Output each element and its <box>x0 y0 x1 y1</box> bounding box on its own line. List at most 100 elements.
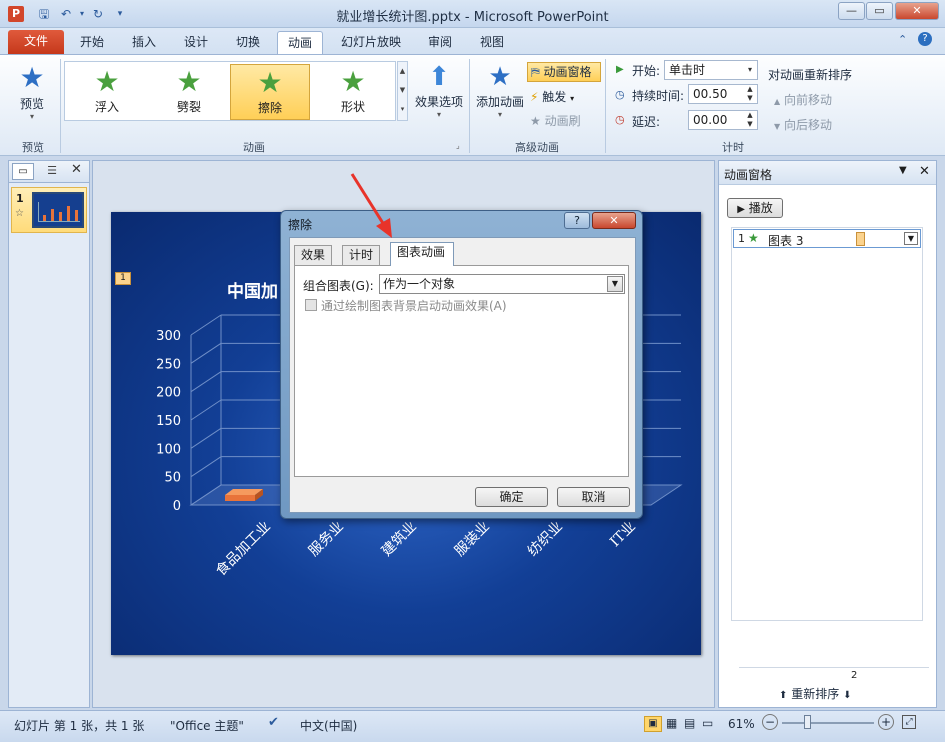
help-up-icon[interactable]: ⌃ <box>898 33 907 46</box>
shape-star-icon: ★ <box>340 65 366 98</box>
spinner-arrows-icon[interactable]: ▲ ▼ <box>743 111 757 129</box>
tab-home[interactable]: 开始 <box>70 31 114 54</box>
dialog-help-button[interactable]: ? <box>564 212 590 229</box>
chevron-down-icon[interactable]: ▼ <box>904 232 918 245</box>
tab-insert[interactable]: 插入 <box>122 31 166 54</box>
group-chart-select[interactable]: 作为一个对象 ▼ <box>379 274 625 294</box>
slide-sorter-icon[interactable]: ▦ <box>666 716 677 730</box>
gallery-item-label: 形状 <box>340 100 365 114</box>
language[interactable]: 中文(中国) <box>300 717 357 734</box>
tab-view[interactable]: 视图 <box>470 31 514 54</box>
trigger-button[interactable]: ⚡ 触发 ▾ <box>530 88 574 108</box>
tab-chart-animation[interactable]: 图表动画 <box>390 242 454 266</box>
animation-pane-header: 动画窗格 ▼ ✕ <box>719 161 936 185</box>
play-icon: ▶ <box>737 204 745 215</box>
float-in-star-icon: ★ <box>94 65 120 98</box>
bar-front <box>225 495 255 501</box>
preview-star-icon: ★ <box>19 61 45 94</box>
y-tick-label: 200 <box>156 386 181 401</box>
close-pane-icon[interactable]: ✕ <box>71 162 82 177</box>
add-animation-button[interactable]: ★ 添加动画 ▾ <box>473 61 527 131</box>
animation-painter-button[interactable]: ★ 动画刷 <box>530 112 581 130</box>
gallery-scroll[interactable]: ▲ ▼ ▾ <box>397 61 408 121</box>
normal-view-icon[interactable]: ▣ <box>644 716 662 732</box>
group-label-animation: 动画 <box>243 141 265 154</box>
zoom-out-icon[interactable]: − <box>762 714 778 730</box>
down-triangle-icon[interactable]: ⬇ <box>843 690 851 701</box>
slides-tab-icon[interactable]: ▭ <box>12 163 34 180</box>
animation-float-in[interactable]: ★ 浮入 <box>67 64 147 120</box>
animation-shape[interactable]: ★ 形状 <box>313 64 393 120</box>
title-bar: P 🖫 ↶ ▾ ↻ ▾ 就业增长统计图.pptx - Microsoft Pow… <box>0 0 945 28</box>
x-tick-label: IT业 <box>607 519 639 551</box>
reorder-control[interactable]: ⬆ 重新排序 ⬇ <box>779 685 851 702</box>
help-icon[interactable]: ? <box>918 32 932 46</box>
group-label-advanced: 高级动画 <box>515 141 559 154</box>
tab-design[interactable]: 设计 <box>174 31 218 54</box>
slide-thumbnail <box>32 192 84 228</box>
dialog-launcher-icon[interactable]: ⌟ <box>456 141 460 150</box>
animation-pane-title: 动画窗格 <box>724 168 773 182</box>
delay-value: 00.00 <box>693 113 728 127</box>
play-button[interactable]: ▶ 播放 <box>727 198 783 218</box>
annotation-arrow <box>350 173 392 238</box>
tab-timing[interactable]: 计时 <box>342 245 381 265</box>
up-triangle-icon: ▲ <box>774 97 781 106</box>
duration-label: 持续时间: <box>632 89 685 103</box>
reading-view-icon[interactable]: ▤ <box>684 716 695 730</box>
fit-to-window-icon[interactable]: ⤢ <box>902 715 916 729</box>
up-arrow-icon: ⬆ <box>428 62 450 92</box>
restore-button[interactable]: ▭ <box>866 2 893 20</box>
lightning-icon: ⚡ <box>530 90 539 104</box>
zoom-level[interactable]: 61% <box>728 717 755 731</box>
duration-spinner[interactable]: 00.50 ▲ ▼ <box>688 84 758 104</box>
move-earlier-label: 向前移动 <box>783 93 832 107</box>
slideshow-icon[interactable]: ▭ <box>702 716 713 730</box>
move-earlier-button[interactable]: ▲ 向前移动 <box>774 91 832 108</box>
dialog-close-button[interactable]: ✕ <box>592 212 636 229</box>
start-select[interactable]: 单击时 ▾ <box>664 60 758 80</box>
animation-list-item[interactable]: 1 ★ 图表 3 ▼ <box>733 229 921 248</box>
close-pane-icon[interactable]: ✕ <box>919 164 930 179</box>
preview-button[interactable]: ★ 预览 ▾ <box>8 61 56 131</box>
slides-pane-header: ▭ ☰ ✕ <box>9 161 89 183</box>
tab-slideshow[interactable]: 幻灯片放映 <box>331 31 411 54</box>
animation-wipe[interactable]: ★ 擦除 <box>230 64 310 120</box>
animation-pane-button[interactable]: ⛿ 动画窗格 <box>527 62 601 82</box>
outline-tab-icon[interactable]: ☰ <box>41 163 63 180</box>
spinner-arrows-icon[interactable]: ▲ ▼ <box>743 85 757 103</box>
group-label-timing: 计时 <box>722 141 744 154</box>
tab-panel: 组合图表(G): 作为一个对象 ▼ 通过绘制图表背景启动动画效果(A) <box>294 265 629 477</box>
move-later-button[interactable]: ▼ 向后移动 <box>774 116 832 133</box>
zoom-slider[interactable] <box>782 722 874 724</box>
ok-button[interactable]: 确定 <box>475 487 548 507</box>
chevron-down-icon[interactable]: ▼ <box>899 165 907 176</box>
up-triangle-icon[interactable]: ⬆ <box>779 690 787 701</box>
animation-order-tag[interactable]: 1 <box>115 272 131 285</box>
zoom-in-icon[interactable]: + <box>878 714 894 730</box>
dialog-title: 擦除 <box>288 218 313 232</box>
preview-label: 预览 <box>19 97 44 111</box>
slide-thumbnail-item[interactable]: 1 ☆ <box>11 187 87 233</box>
background-checkbox[interactable] <box>305 299 317 311</box>
tab-animations[interactable]: 动画 <box>277 31 324 54</box>
effect-options-button[interactable]: ⬆ 效果选项 ▾ <box>412 61 466 131</box>
delay-spinner[interactable]: 00.00 ▲ ▼ <box>688 110 758 130</box>
timeline-page: 2 <box>851 670 858 681</box>
close-window-button[interactable]: ✕ <box>895 2 939 20</box>
animation-split[interactable]: ★ 劈裂 <box>149 64 229 120</box>
delay-clock-icon: ◷ <box>615 113 625 126</box>
spellcheck-icon[interactable]: ✔ <box>268 715 279 730</box>
chevron-down-icon[interactable]: ▼ <box>607 276 623 292</box>
tab-file[interactable]: 文件 <box>8 30 64 54</box>
animation-item-name: 图表 3 <box>768 234 804 248</box>
tab-effect[interactable]: 效果 <box>294 245 333 265</box>
zoom-slider-handle[interactable] <box>804 715 811 729</box>
cancel-button[interactable]: 取消 <box>557 487 630 507</box>
gridline-depth <box>190 371 222 393</box>
timeline-bar <box>856 232 865 246</box>
tab-review[interactable]: 审阅 <box>418 31 462 54</box>
tab-transitions[interactable]: 切换 <box>226 31 270 54</box>
y-tick-label: 150 <box>156 414 181 429</box>
minimize-button[interactable]: — <box>838 2 865 20</box>
